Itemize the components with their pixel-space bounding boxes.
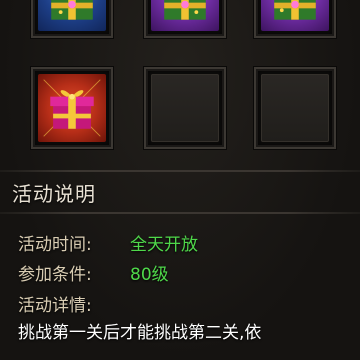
gift-box-icon <box>274 0 316 20</box>
detail-row: 活动详情: <box>18 291 92 316</box>
reward-slot-5[interactable] <box>144 67 226 149</box>
reward-slot-2[interactable] <box>144 0 226 38</box>
section-divider-top <box>0 170 360 172</box>
gift-box-icon <box>51 0 93 20</box>
reward-slot-4[interactable] <box>31 67 113 149</box>
gift-box-icon <box>164 0 206 20</box>
reward-slot-6[interactable] <box>254 67 336 149</box>
activity-time-row: 活动时间: 全天开放 <box>18 230 198 255</box>
condition-value: 80级 <box>130 265 169 285</box>
reward-slot-3[interactable] <box>254 0 336 38</box>
activity-panel: 活动说明 活动时间: 全天开放 参加条件: 80级 活动详情: 挑战第一关后才能… <box>0 0 360 360</box>
section-divider-bottom <box>0 212 360 214</box>
detail-text: 挑战第一关后才能挑战第二关,依 <box>18 323 262 343</box>
activity-time-label: 活动时间: <box>18 235 92 255</box>
activity-time-value: 全天开放 <box>130 235 198 255</box>
condition-label: 参加条件: <box>18 265 92 285</box>
reward-slot-1[interactable] <box>31 0 113 38</box>
section-title: 活动说明 <box>12 182 96 206</box>
red-gift-box-icon <box>43 79 101 137</box>
condition-row: 参加条件: 80级 <box>18 260 169 285</box>
detail-label: 活动详情: <box>18 296 92 316</box>
